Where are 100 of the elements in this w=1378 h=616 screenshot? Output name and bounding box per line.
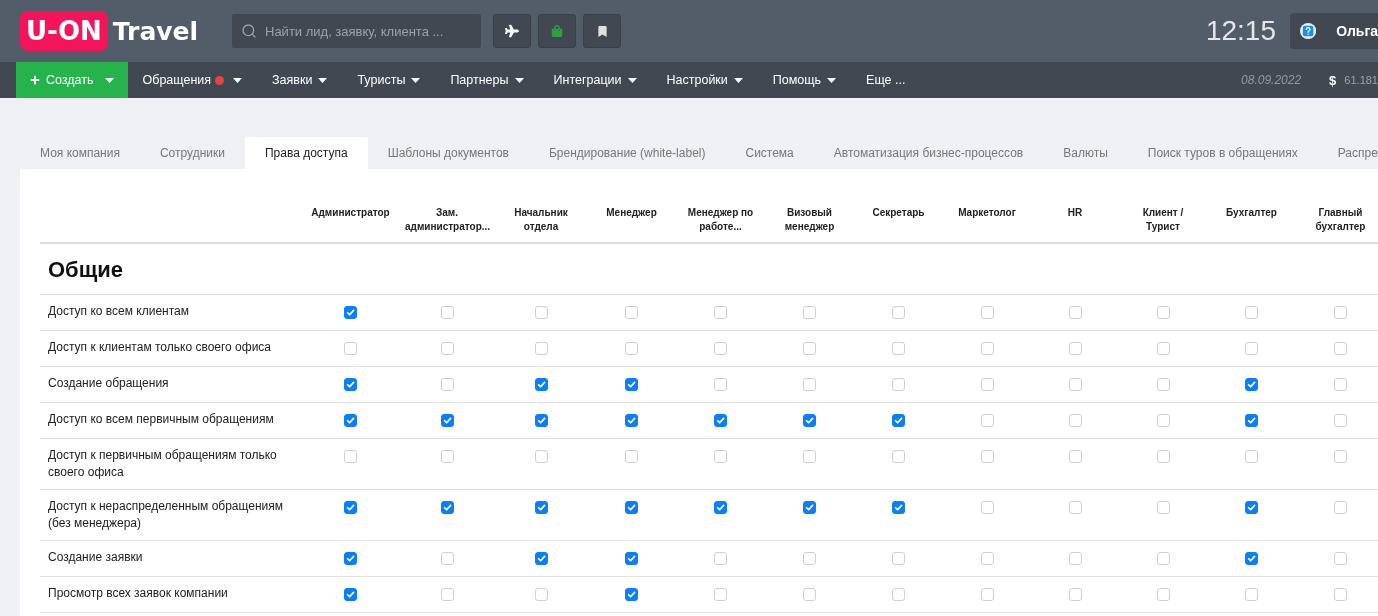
permission-checkbox[interactable] xyxy=(344,378,357,391)
permission-checkbox[interactable] xyxy=(440,588,454,601)
permission-checkbox[interactable] xyxy=(1068,501,1082,514)
permission-checkbox[interactable] xyxy=(1245,414,1258,427)
permission-checkbox[interactable] xyxy=(980,450,994,463)
permission-checkbox[interactable] xyxy=(1156,378,1170,391)
permission-checkbox[interactable] xyxy=(440,552,454,565)
nav-menu-item[interactable]: Еще ... xyxy=(851,62,921,98)
search-field[interactable]: Найти лид, заявку, клиента ... xyxy=(232,14,481,48)
nav-menu-item[interactable]: Настройки xyxy=(651,62,758,98)
permission-checkbox[interactable] xyxy=(440,342,454,355)
permission-checkbox[interactable] xyxy=(440,378,454,391)
permission-checkbox[interactable] xyxy=(344,501,357,514)
nav-menu-item[interactable]: Заявки xyxy=(257,62,343,98)
permission-checkbox[interactable] xyxy=(1334,450,1347,463)
permission-checkbox[interactable] xyxy=(534,552,548,565)
permission-checkbox[interactable] xyxy=(344,552,357,565)
permission-checkbox[interactable] xyxy=(980,552,994,565)
permission-checkbox[interactable] xyxy=(1156,450,1170,463)
help-icon[interactable] xyxy=(1300,21,1317,41)
permission-checkbox[interactable] xyxy=(1245,342,1258,355)
permission-checkbox[interactable] xyxy=(1156,552,1170,565)
nav-menu-item[interactable]: Туристы xyxy=(342,62,436,98)
settings-tab[interactable]: Сотрудники xyxy=(139,137,245,169)
permission-checkbox[interactable] xyxy=(344,342,357,355)
user-name[interactable]: Ольга xyxy=(1336,23,1378,39)
permission-checkbox[interactable] xyxy=(892,414,905,427)
permission-checkbox[interactable] xyxy=(1245,588,1258,601)
permission-checkbox[interactable] xyxy=(534,306,548,319)
permission-checkbox[interactable] xyxy=(980,342,994,355)
permission-checkbox[interactable] xyxy=(714,501,727,514)
permission-checkbox[interactable] xyxy=(625,306,638,319)
permission-checkbox[interactable] xyxy=(714,306,727,319)
permission-checkbox[interactable] xyxy=(1068,306,1082,319)
settings-tab[interactable]: Брендирование (white-label) xyxy=(528,137,726,169)
permission-checkbox[interactable] xyxy=(1068,414,1082,427)
permission-checkbox[interactable] xyxy=(714,588,727,601)
permission-checkbox[interactable] xyxy=(1245,306,1258,319)
permission-checkbox[interactable] xyxy=(1156,306,1170,319)
permission-checkbox[interactable] xyxy=(1156,414,1170,427)
permission-checkbox[interactable] xyxy=(803,588,816,601)
permission-checkbox[interactable] xyxy=(1068,378,1082,391)
permission-checkbox[interactable] xyxy=(440,414,454,427)
permission-checkbox[interactable] xyxy=(534,378,548,391)
permission-checkbox[interactable] xyxy=(1156,342,1170,355)
permission-checkbox[interactable] xyxy=(803,306,816,319)
permission-checkbox[interactable] xyxy=(440,450,454,463)
nav-menu-item[interactable]: Интеграции xyxy=(538,62,652,98)
permission-checkbox[interactable] xyxy=(1334,378,1347,391)
settings-tab[interactable]: Поиск туров в обращениях xyxy=(1127,137,1318,169)
permission-checkbox[interactable] xyxy=(625,342,638,355)
permission-checkbox[interactable] xyxy=(625,588,638,601)
permission-checkbox[interactable] xyxy=(980,378,994,391)
permission-checkbox[interactable] xyxy=(803,501,816,514)
permission-checkbox[interactable] xyxy=(892,306,905,319)
permission-checkbox[interactable] xyxy=(1334,342,1347,355)
permission-checkbox[interactable] xyxy=(803,342,816,355)
permission-checkbox[interactable] xyxy=(1334,414,1347,427)
permission-checkbox[interactable] xyxy=(892,588,905,601)
permission-checkbox[interactable] xyxy=(1245,450,1258,463)
permission-checkbox[interactable] xyxy=(714,450,727,463)
permission-checkbox[interactable] xyxy=(892,378,905,391)
permission-checkbox[interactable] xyxy=(714,378,727,391)
permission-checkbox[interactable] xyxy=(803,552,816,565)
settings-tab[interactable]: Автоматизация бизнес-процессов xyxy=(813,137,1044,169)
permission-checkbox[interactable] xyxy=(803,414,816,427)
permission-checkbox[interactable] xyxy=(534,414,548,427)
permission-checkbox[interactable] xyxy=(714,552,727,565)
permission-checkbox[interactable] xyxy=(625,552,638,565)
permission-checkbox[interactable] xyxy=(1334,552,1347,565)
permission-checkbox[interactable] xyxy=(1245,378,1258,391)
permission-checkbox[interactable] xyxy=(344,588,357,601)
settings-tab[interactable]: Распре xyxy=(1317,137,1378,169)
permission-checkbox[interactable] xyxy=(1156,588,1170,601)
toolbar-button[interactable] xyxy=(583,14,621,48)
permission-checkbox[interactable] xyxy=(892,342,905,355)
permission-checkbox[interactable] xyxy=(892,450,905,463)
permission-checkbox[interactable] xyxy=(625,414,638,427)
permission-checkbox[interactable] xyxy=(440,501,454,514)
permission-checkbox[interactable] xyxy=(344,450,357,463)
permission-checkbox[interactable] xyxy=(344,414,357,427)
settings-tab[interactable]: Права доступа xyxy=(244,137,368,169)
permission-checkbox[interactable] xyxy=(1334,306,1347,319)
permission-checkbox[interactable] xyxy=(714,342,727,355)
toolbar-button[interactable] xyxy=(493,14,531,48)
permission-checkbox[interactable] xyxy=(625,501,638,514)
permission-checkbox[interactable] xyxy=(534,588,548,601)
nav-menu-item[interactable]: Обращения xyxy=(127,62,258,98)
permission-checkbox[interactable] xyxy=(1068,342,1082,355)
permission-checkbox[interactable] xyxy=(892,552,905,565)
permission-checkbox[interactable] xyxy=(980,306,994,319)
permission-checkbox[interactable] xyxy=(440,306,454,319)
permission-checkbox[interactable] xyxy=(1245,552,1258,565)
permission-checkbox[interactable] xyxy=(714,414,727,427)
settings-tab[interactable]: Система xyxy=(725,137,814,169)
permission-checkbox[interactable] xyxy=(1334,501,1347,514)
permission-checkbox[interactable] xyxy=(1068,552,1082,565)
permission-checkbox[interactable] xyxy=(803,378,816,391)
nav-menu-item[interactable]: Партнеры xyxy=(435,62,539,98)
nav-menu-item[interactable]: Помощь xyxy=(757,62,852,98)
